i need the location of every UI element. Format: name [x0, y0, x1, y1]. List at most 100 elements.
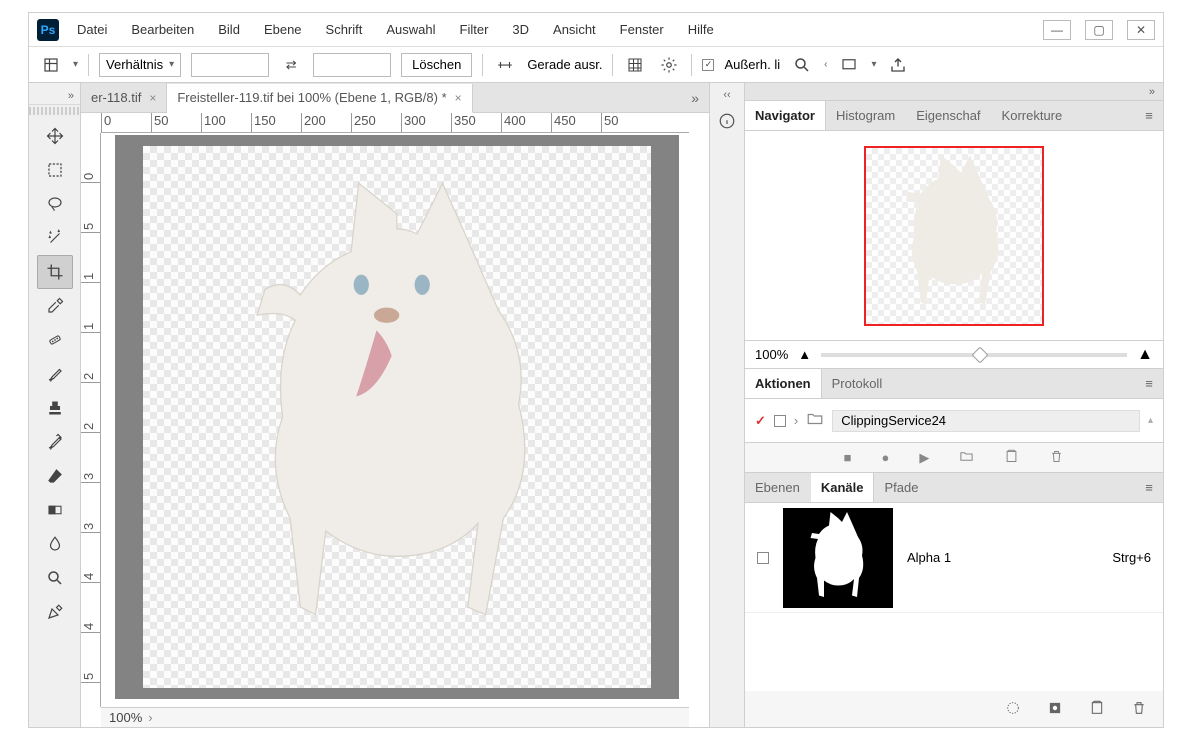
hamburger-icon[interactable]: ≡: [1135, 480, 1163, 495]
tabs-overflow[interactable]: »: [681, 90, 709, 106]
menu-ebene[interactable]: Ebene: [264, 22, 302, 37]
eyedropper-tool[interactable]: [37, 289, 73, 323]
close-icon[interactable]: ×: [455, 91, 462, 105]
doc-tab-active[interactable]: Freisteller-119.tif bei 100% (Ebene 1, R…: [167, 84, 472, 113]
magic-wand-tool[interactable]: [37, 221, 73, 255]
check-icon[interactable]: ✓: [755, 413, 766, 429]
grid-icon[interactable]: [623, 53, 647, 77]
artboard[interactable]: [143, 146, 651, 687]
panels-collapse[interactable]: »: [745, 83, 1163, 101]
menu-fenster[interactable]: Fenster: [620, 22, 664, 37]
stamp-tool[interactable]: [37, 391, 73, 425]
ratio-height-input[interactable]: [313, 53, 391, 77]
tab-pfade[interactable]: Pfade: [874, 473, 929, 502]
tool-preset-icon[interactable]: [39, 53, 63, 77]
menu-schrift[interactable]: Schrift: [326, 22, 363, 37]
menu-ansicht[interactable]: Ansicht: [553, 22, 596, 37]
navigator-thumbnail[interactable]: [864, 146, 1044, 326]
tools-collapse[interactable]: »: [29, 87, 80, 105]
tab-protokoll[interactable]: Protokoll: [822, 369, 894, 398]
hamburger-icon[interactable]: ≡: [1135, 108, 1163, 123]
channel-row[interactable]: Alpha 1 Strg+6: [745, 503, 1163, 613]
eraser-tool[interactable]: [37, 459, 73, 493]
tab-eigenschaften[interactable]: Eigenschaf: [906, 101, 991, 130]
clear-button[interactable]: Löschen: [401, 53, 472, 77]
load-selection-icon[interactable]: [1005, 700, 1021, 719]
menu-3d[interactable]: 3D: [512, 22, 529, 37]
ratio-dropdown[interactable]: Verhältnis▾: [99, 53, 181, 77]
channels-header: Ebenen Kanäle Pfade ≡: [745, 473, 1163, 503]
menu-filter[interactable]: Filter: [460, 22, 489, 37]
marquee-tool[interactable]: [37, 153, 73, 187]
menu-datei[interactable]: Datei: [77, 22, 107, 37]
zoom-in-icon[interactable]: ▲: [1137, 346, 1153, 364]
trash-icon[interactable]: [1131, 700, 1147, 719]
screen-mode-icon[interactable]: [837, 53, 861, 77]
new-channel-icon[interactable]: [1089, 700, 1105, 719]
menu-bild[interactable]: Bild: [218, 22, 240, 37]
zoom-out-icon[interactable]: ▲: [798, 347, 811, 362]
gradient-tool[interactable]: [37, 493, 73, 527]
tools-panel: »: [29, 83, 81, 727]
nav-zoom-value[interactable]: 100%: [755, 347, 788, 362]
channel-thumbnail[interactable]: [783, 508, 893, 608]
info-icon[interactable]: [715, 109, 739, 133]
lasso-tool[interactable]: [37, 187, 73, 221]
status-bar: 100% ›: [101, 707, 689, 727]
move-tool[interactable]: [37, 119, 73, 153]
history-brush-tool[interactable]: [37, 425, 73, 459]
save-selection-icon[interactable]: [1047, 700, 1063, 719]
menu-bearbeiten[interactable]: Bearbeiten: [131, 22, 194, 37]
menu-auswahl[interactable]: Auswahl: [386, 22, 435, 37]
scroll-up-icon[interactable]: ▴: [1148, 415, 1153, 426]
close-button[interactable]: ✕: [1127, 20, 1155, 40]
collapse-icon[interactable]: ‹‹: [723, 89, 730, 101]
tab-histogram[interactable]: Histogram: [826, 101, 906, 130]
trash-icon[interactable]: [1049, 449, 1064, 467]
gear-icon[interactable]: [657, 53, 681, 77]
play-icon[interactable]: ▶: [919, 450, 929, 466]
dialog-toggle[interactable]: [774, 415, 786, 427]
straighten-icon[interactable]: [493, 53, 517, 77]
crop-tool[interactable]: [37, 255, 73, 289]
healing-tool[interactable]: [37, 323, 73, 357]
chevron-right-icon[interactable]: ›: [148, 710, 152, 725]
record-icon[interactable]: ●: [882, 450, 890, 465]
new-folder-icon[interactable]: [959, 449, 974, 467]
brush-tool[interactable]: [37, 357, 73, 391]
chevron-right-icon[interactable]: ›: [794, 413, 798, 428]
new-action-icon[interactable]: [1004, 449, 1019, 467]
tab-ebenen[interactable]: Ebenen: [745, 473, 811, 502]
hamburger-icon[interactable]: ≡: [1135, 376, 1163, 391]
search-icon[interactable]: [790, 53, 814, 77]
actions-body: ✓ › ClippingService24 ▴: [745, 399, 1163, 443]
menu-hilfe[interactable]: Hilfe: [688, 22, 714, 37]
panel-grip[interactable]: [29, 107, 80, 115]
zoom-tool[interactable]: [37, 561, 73, 595]
outside-checkbox[interactable]: ✓: [702, 59, 714, 71]
tab-korrekturen[interactable]: Korrekture: [992, 101, 1074, 130]
tab-navigator[interactable]: Navigator: [745, 101, 826, 130]
blur-tool[interactable]: [37, 527, 73, 561]
outside-label: Außerh. li: [724, 57, 780, 72]
action-set-row[interactable]: ClippingService24: [832, 410, 1140, 432]
doc-tab-inactive[interactable]: er-118.tif×: [81, 83, 167, 112]
swap-icon[interactable]: ⇄: [279, 53, 303, 77]
ruler-vertical[interactable]: 05112233445: [81, 133, 101, 707]
pen-tool[interactable]: [37, 595, 73, 629]
canvas[interactable]: [115, 135, 679, 699]
zoom-slider[interactable]: [821, 353, 1127, 357]
maximize-button[interactable]: ▢: [1085, 20, 1113, 40]
zoom-value[interactable]: 100%: [109, 710, 142, 725]
minimize-button[interactable]: —: [1043, 20, 1071, 40]
share-icon[interactable]: [886, 53, 910, 77]
ruler-horizontal[interactable]: 05010015020025030035040045050: [101, 113, 689, 133]
visibility-toggle[interactable]: [757, 552, 769, 564]
navigator-body[interactable]: [745, 131, 1163, 341]
close-icon[interactable]: ×: [149, 91, 156, 105]
tab-kanaele[interactable]: Kanäle: [811, 473, 875, 502]
stop-icon[interactable]: ■: [844, 450, 852, 465]
ratio-width-input[interactable]: [191, 53, 269, 77]
chevron-down-icon[interactable]: ▾: [73, 59, 78, 70]
tab-aktionen[interactable]: Aktionen: [745, 369, 822, 398]
